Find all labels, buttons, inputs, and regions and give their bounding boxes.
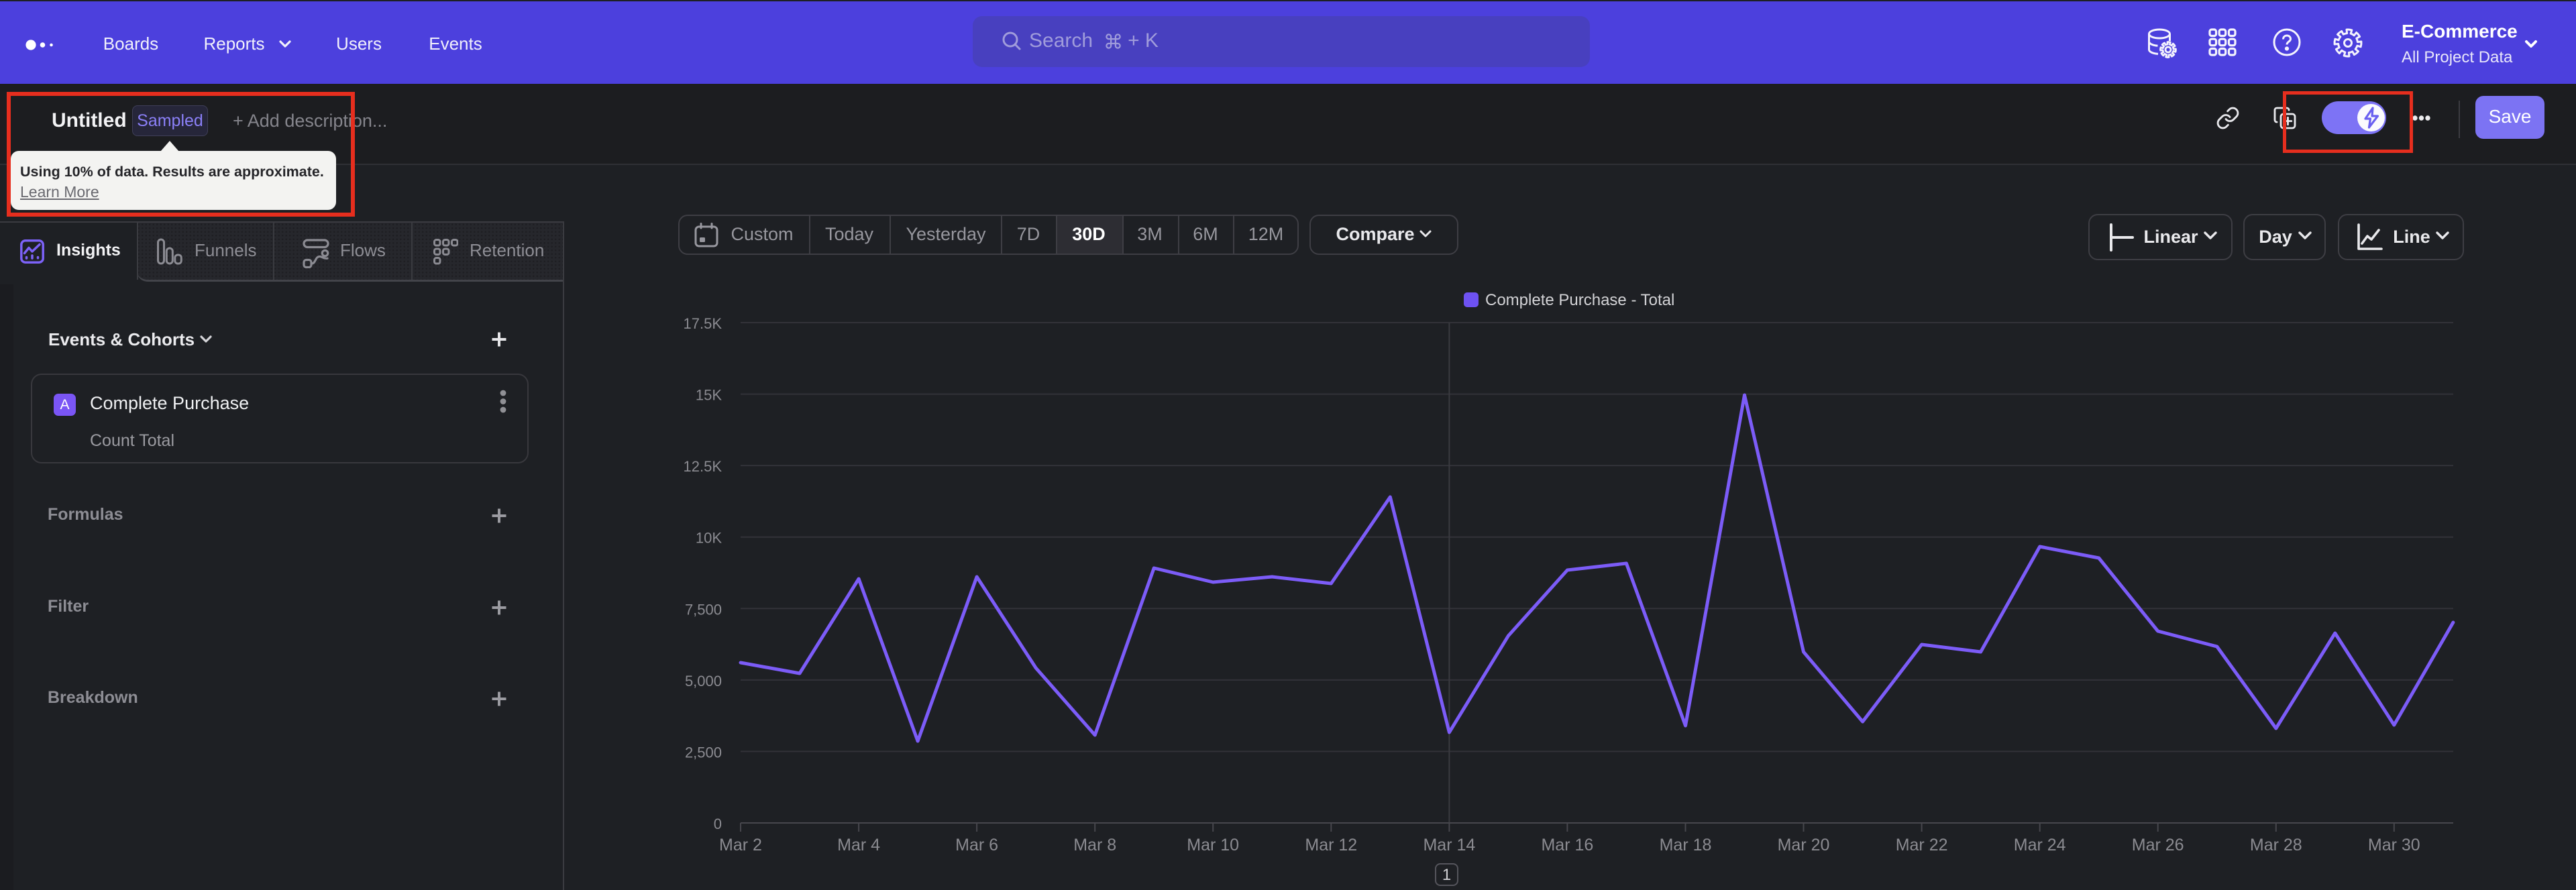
svg-text:Mar 22: Mar 22 [1896,836,1948,854]
svg-text:Mar 4: Mar 4 [837,836,880,854]
svg-text:Mar 16: Mar 16 [1541,836,1593,854]
svg-text:Mar 24: Mar 24 [2014,836,2066,854]
svg-text:Mar 8: Mar 8 [1073,836,1116,854]
svg-text:5,000: 5,000 [685,673,722,689]
svg-text:2,500: 2,500 [685,744,722,761]
svg-text:10K: 10K [696,530,722,547]
svg-text:Mar 28: Mar 28 [2250,836,2302,854]
svg-text:Mar 10: Mar 10 [1187,836,1239,854]
svg-text:7,500: 7,500 [685,601,722,618]
svg-text:Mar 12: Mar 12 [1305,836,1357,854]
svg-text:Mar 26: Mar 26 [2132,836,2184,854]
svg-text:Mar 6: Mar 6 [955,836,998,854]
svg-text:Complete Purchase - Total: Complete Purchase - Total [1485,291,1674,309]
svg-text:Mar 20: Mar 20 [1778,836,1830,854]
svg-text:Mar 14: Mar 14 [1423,836,1475,854]
svg-text:Mar 30: Mar 30 [2368,836,2420,854]
svg-text:12.5K: 12.5K [684,458,722,475]
svg-text:15K: 15K [696,387,722,404]
svg-text:Mar 2: Mar 2 [719,836,762,854]
svg-text:0: 0 [714,816,722,832]
svg-text:17.5K: 17.5K [684,315,722,332]
svg-text:Mar 18: Mar 18 [1660,836,1712,854]
